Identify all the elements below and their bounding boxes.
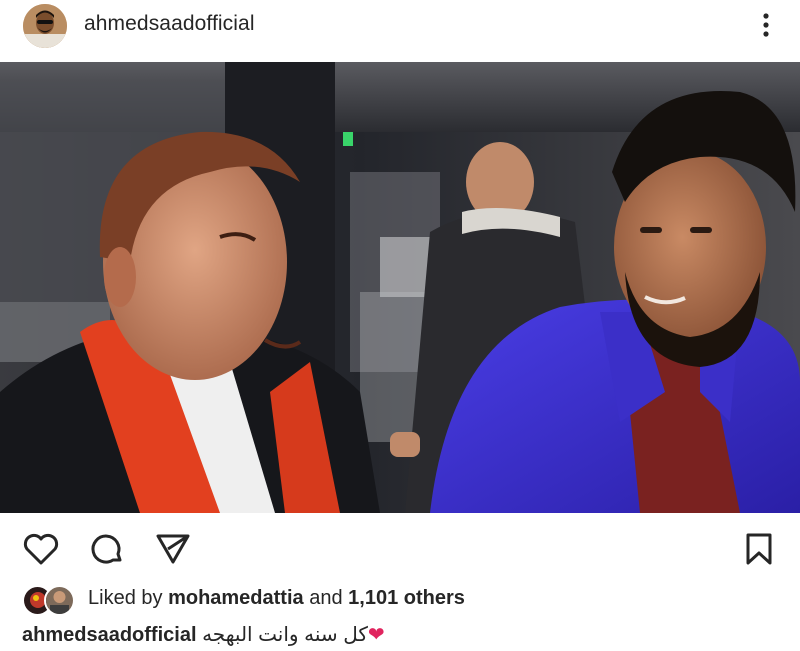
likes-count[interactable]: 1,101 others [348, 587, 465, 609]
action-bar [0, 520, 800, 576]
post-header: ahmedsaadofficial [0, 0, 800, 60]
caption-username[interactable]: ahmedsaadofficial [22, 624, 197, 646]
send-icon[interactable] [154, 530, 192, 568]
liker-avatars [22, 585, 78, 616]
caption-text: كل سنه وانت البهجه [202, 624, 368, 646]
heart-emoji-icon: ❤ [367, 624, 385, 646]
post-caption: ahmedsaadofficial كل سنه وانت البهجه❤ [22, 622, 385, 647]
avatar[interactable] [23, 4, 67, 48]
heart-icon[interactable] [22, 530, 60, 568]
likes-joiner: and [309, 587, 343, 609]
likes-prefix: Liked by [88, 587, 163, 609]
post-image [0, 62, 800, 513]
liker-avatar[interactable] [44, 585, 75, 616]
more-vertical-icon[interactable] [752, 10, 780, 40]
post-photo[interactable] [0, 62, 800, 513]
comment-icon[interactable] [88, 530, 126, 568]
post-username[interactable]: ahmedsaadofficial [84, 12, 255, 36]
likes-summary[interactable]: Liked by mohamedattia and 1,101 others [88, 587, 465, 610]
likes-row: Liked by mohamedattia and 1,101 others [0, 582, 800, 616]
liker-username[interactable]: mohamedattia [168, 587, 304, 609]
avatar-image [23, 4, 67, 48]
bookmark-icon[interactable] [740, 530, 778, 568]
